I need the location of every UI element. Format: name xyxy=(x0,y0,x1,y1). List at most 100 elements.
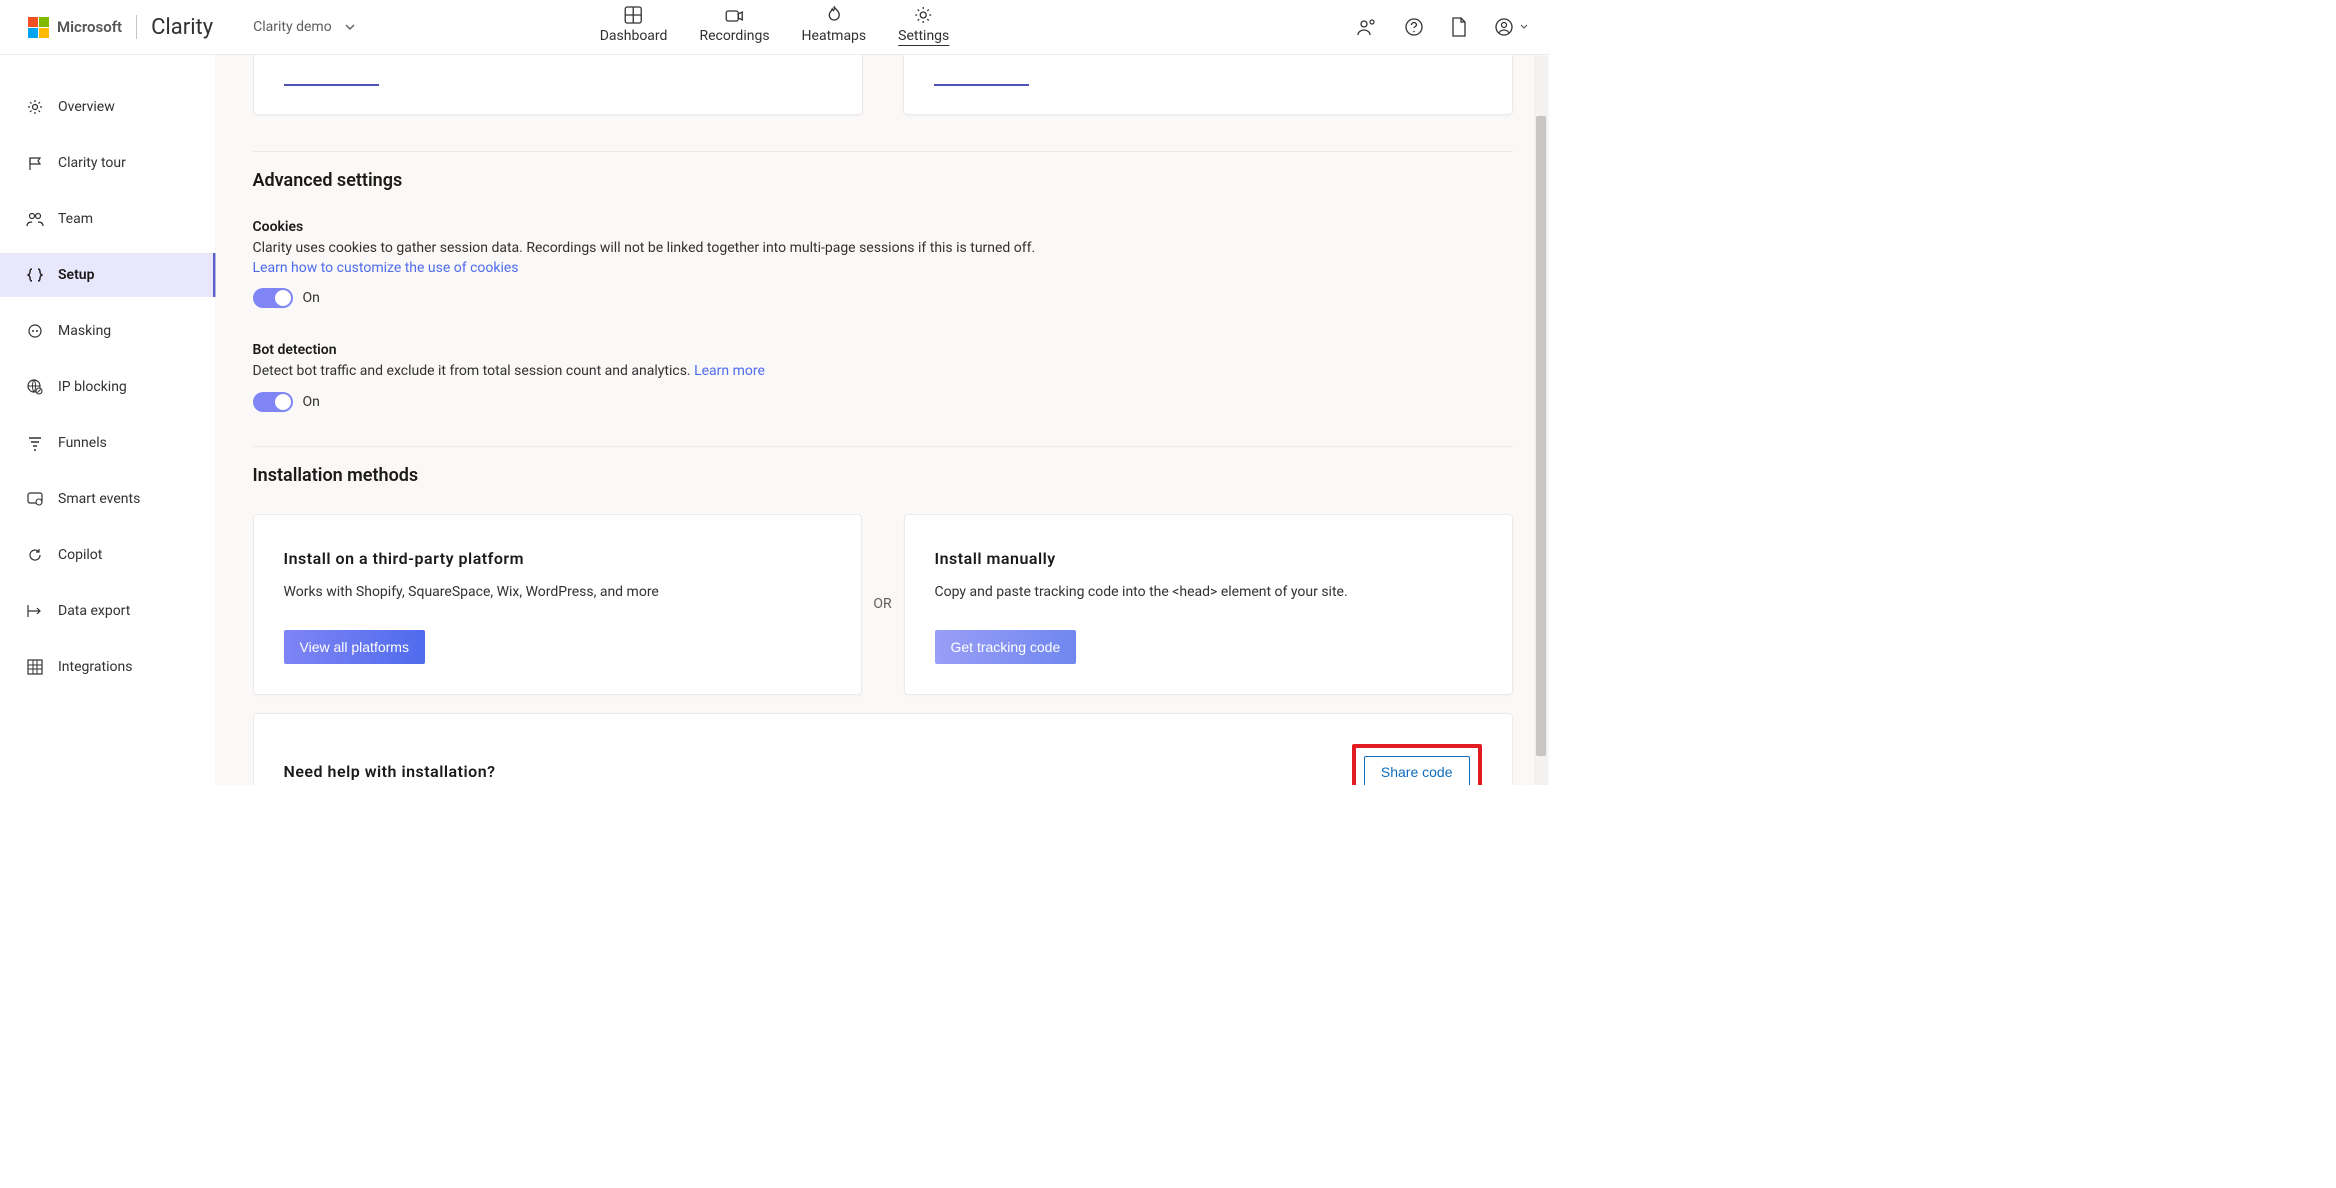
sidebar-item-label: Clarity tour xyxy=(58,155,126,171)
header-actions xyxy=(1357,17,1529,37)
body: Overview Clarity tour Team Setup Masking xyxy=(0,55,1549,785)
sidebar-item-overview[interactable]: Overview xyxy=(0,85,216,129)
cookies-title: Cookies xyxy=(253,219,1513,235)
mask-icon xyxy=(26,323,44,339)
share-code-button[interactable]: Share code xyxy=(1364,756,1470,785)
main-content: Advanced settings Cookies Clarity uses c… xyxy=(216,55,1549,785)
help-icon xyxy=(1405,18,1423,36)
refresh-icon xyxy=(26,547,44,563)
cookies-state: On xyxy=(303,290,320,306)
bot-state: On xyxy=(303,394,320,410)
team-icon xyxy=(26,211,44,227)
nav-recordings[interactable]: Recordings xyxy=(699,8,769,54)
nav-settings[interactable]: Settings xyxy=(898,6,949,54)
sidebar-item-label: IP blocking xyxy=(58,379,127,395)
card-stub-right xyxy=(903,55,1513,115)
help-install-bar: Need help with installation? Share code xyxy=(253,713,1513,785)
advanced-settings-heading: Advanced settings xyxy=(253,170,1513,191)
or-separator: OR xyxy=(862,514,904,695)
help-button[interactable] xyxy=(1405,18,1423,36)
sidebar-item-label: Setup xyxy=(58,267,94,283)
sidebar-item-smartevents[interactable]: Smart events xyxy=(0,477,216,521)
camera-icon xyxy=(725,8,743,24)
cookies-desc: Clarity uses cookies to gather session d… xyxy=(253,240,1036,256)
install-thirdparty-desc: Works with Shopify, SquareSpace, Wix, Wo… xyxy=(284,584,831,600)
sidebar-item-tour[interactable]: Clarity tour xyxy=(0,141,216,185)
braces-icon xyxy=(26,267,44,283)
bot-toggle[interactable] xyxy=(253,392,293,412)
app-header: Microsoft Clarity Clarity demo Dashboard… xyxy=(0,0,1549,55)
partial-cards-row xyxy=(253,55,1513,115)
nav-settings-label: Settings xyxy=(898,28,949,44)
cookies-setting: Cookies Clarity uses cookies to gather s… xyxy=(253,219,1513,308)
sidebar-item-ipblocking[interactable]: IP blocking xyxy=(0,365,216,409)
install-manual-desc: Copy and paste tracking code into the <h… xyxy=(935,584,1482,600)
grid-icon xyxy=(26,659,44,675)
card-stub-left xyxy=(253,55,863,115)
project-switcher[interactable]: Clarity demo xyxy=(253,19,356,35)
cookies-toggle[interactable] xyxy=(253,288,293,308)
install-methods-row: Install on a third-party platform Works … xyxy=(253,514,1513,695)
settings-sidebar: Overview Clarity tour Team Setup Masking xyxy=(0,55,216,785)
view-all-platforms-button[interactable]: View all platforms xyxy=(284,630,425,664)
bot-title: Bot detection xyxy=(253,342,1513,358)
nav-heatmaps[interactable]: Heatmaps xyxy=(802,6,867,54)
microsoft-logo-icon xyxy=(28,17,49,38)
chevron-down-icon xyxy=(344,21,356,33)
project-name: Clarity demo xyxy=(253,19,332,35)
scrollbar-thumb[interactable] xyxy=(1536,116,1546,756)
sidebar-item-label: Integrations xyxy=(58,659,132,675)
bot-desc: Detect bot traffic and exclude it from t… xyxy=(253,363,695,379)
funnel-icon xyxy=(26,435,44,451)
tour-icon xyxy=(26,155,44,171)
nav-heatmaps-label: Heatmaps xyxy=(802,28,867,44)
account-icon xyxy=(1495,18,1513,36)
sidebar-item-label: Masking xyxy=(58,323,111,339)
product-name: Clarity xyxy=(151,15,213,40)
sidebar-item-label: Smart events xyxy=(58,491,140,507)
get-tracking-code-button[interactable]: Get tracking code xyxy=(935,630,1077,664)
export-icon xyxy=(26,604,44,618)
install-thirdparty-title: Install on a third-party platform xyxy=(284,549,831,568)
sidebar-item-label: Overview xyxy=(58,99,115,115)
microsoft-label: Microsoft xyxy=(57,18,122,36)
people-icon xyxy=(1357,18,1377,36)
nav-dashboard[interactable]: Dashboard xyxy=(600,6,668,54)
sidebar-item-label: Copilot xyxy=(58,547,102,563)
install-thirdparty-card: Install on a third-party platform Works … xyxy=(253,514,862,695)
invite-people-button[interactable] xyxy=(1357,18,1377,36)
sidebar-item-integrations[interactable]: Integrations xyxy=(0,645,216,689)
nav-recordings-label: Recordings xyxy=(699,28,769,44)
sidebar-item-dataexport[interactable]: Data export xyxy=(0,589,216,633)
install-manual-title: Install manually xyxy=(935,549,1482,568)
header-divider xyxy=(136,15,137,39)
install-heading: Installation methods xyxy=(253,465,1513,486)
bot-learn-link[interactable]: Learn more xyxy=(694,363,765,379)
document-icon xyxy=(1451,17,1467,37)
sidebar-item-label: Funnels xyxy=(58,435,107,451)
bot-setting: Bot detection Detect bot traffic and exc… xyxy=(253,342,1513,412)
scrollbar-track[interactable] xyxy=(1534,56,1548,785)
help-title: Need help with installation? xyxy=(284,762,496,781)
top-nav: Dashboard Recordings Heatmaps Settings xyxy=(600,0,950,54)
sidebar-item-copilot[interactable]: Copilot xyxy=(0,533,216,577)
document-button[interactable] xyxy=(1451,17,1467,37)
dashboard-icon xyxy=(625,6,643,24)
nav-dashboard-label: Dashboard xyxy=(600,28,668,44)
fire-icon xyxy=(826,6,842,24)
share-code-highlight: Share code xyxy=(1352,744,1482,785)
sidebar-item-funnels[interactable]: Funnels xyxy=(0,421,216,465)
sidebar-item-label: Team xyxy=(58,211,93,227)
sidebar-item-masking[interactable]: Masking xyxy=(0,309,216,353)
globe-block-icon xyxy=(26,379,44,395)
account-menu[interactable] xyxy=(1495,18,1529,36)
gear-icon xyxy=(915,6,933,24)
cookies-learn-link[interactable]: Learn how to customize the use of cookie… xyxy=(253,260,519,276)
install-manual-card: Install manually Copy and paste tracking… xyxy=(904,514,1513,695)
chevron-down-icon xyxy=(1519,22,1529,32)
sidebar-item-label: Data export xyxy=(58,603,130,619)
card-icon xyxy=(26,492,44,506)
sidebar-item-team[interactable]: Team xyxy=(0,197,216,241)
gear-icon xyxy=(26,99,44,115)
sidebar-item-setup[interactable]: Setup xyxy=(0,253,216,297)
